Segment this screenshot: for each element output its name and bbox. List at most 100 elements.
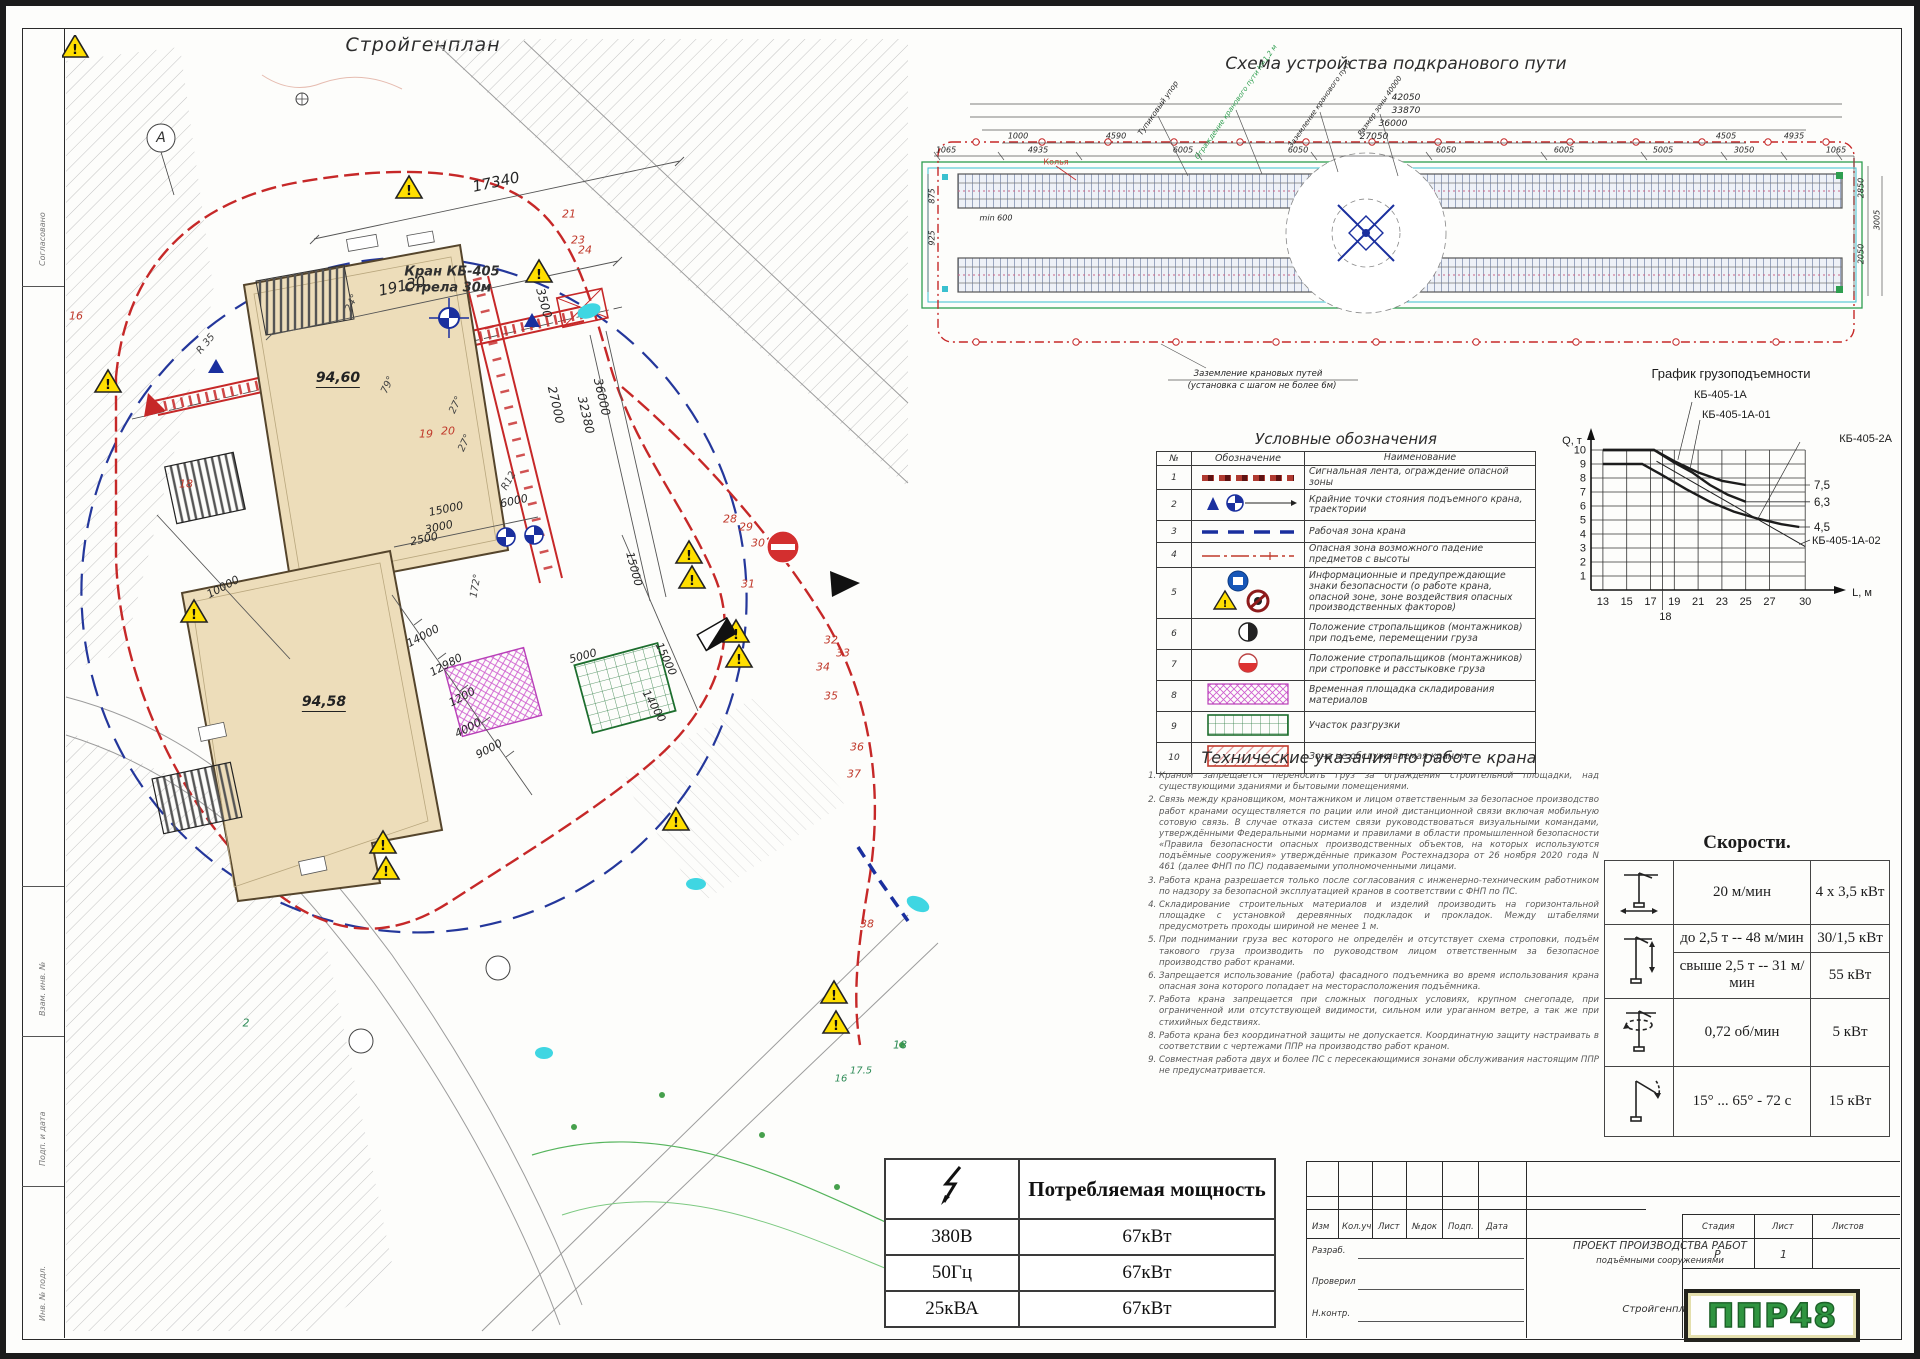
greenery — [532, 1042, 905, 1275]
unloading-area-icon — [1206, 713, 1290, 737]
technical-notes-list: Краном запрещается переносить груз за ог… — [1139, 771, 1599, 1077]
svg-text:6: 6 — [1580, 501, 1586, 513]
power-param: 50Гц — [885, 1255, 1019, 1291]
hatched-area — [66, 47, 214, 671]
svg-text:3: 3 — [1580, 543, 1586, 555]
power-table-title: Потребляемая мощность — [1019, 1159, 1275, 1219]
svg-text:КБ-405-1А: КБ-405-1А — [1694, 389, 1747, 401]
tb-stage-label: Стадия — [1702, 1222, 1735, 1232]
speed-value: 0,72 об/мин — [1674, 999, 1811, 1067]
tb-row-proveril: Проверил — [1312, 1277, 1356, 1287]
speeds-title: Скорости. — [1604, 832, 1890, 854]
legend-table: № Обозначение Наименование 1 Сигнальная … — [1156, 451, 1536, 774]
svg-text:19: 19 — [1668, 596, 1680, 608]
danger-zone-line-icon — [1200, 551, 1296, 561]
signal-tape-icon — [1200, 473, 1296, 483]
svg-text:13: 13 — [1597, 596, 1609, 608]
power-table: Потребляемая мощность 380В 67кВт 50Гц 67… — [884, 1158, 1276, 1328]
hatched-area — [622, 695, 850, 903]
svg-text:23: 23 — [1716, 596, 1728, 608]
speeds-row: 0,72 об/мин 5 кВт — [1605, 999, 1890, 1067]
power-row: 50Гц 67кВт — [885, 1255, 1275, 1291]
svg-text:График грузоподъемности: График грузоподъемности — [1651, 366, 1810, 381]
power-param: 25кВА — [885, 1291, 1019, 1327]
legend-row: 5 ! Информационные и предупреждающие зна… — [1157, 567, 1536, 618]
svg-text:21: 21 — [1692, 596, 1704, 608]
crane-slew-icon — [1616, 1003, 1662, 1057]
svg-text:7: 7 — [1580, 487, 1586, 499]
legend-row: 7 Положение стропальщиков (монтажников) … — [1157, 649, 1536, 680]
hatched-area — [430, 39, 908, 487]
load-capacity-chart: График грузоподъемностиQ, тL, м123456789… — [1546, 362, 1898, 634]
storage-area-icon — [1206, 682, 1290, 706]
svg-text:25: 25 — [1740, 596, 1752, 608]
svg-text:!: ! — [1223, 599, 1228, 610]
legend-row: 8 Временная площадка складирования матер… — [1157, 680, 1536, 711]
tb-col-izm: Изм — [1312, 1222, 1329, 1232]
margin-line — [22, 886, 64, 887]
legend-col-sym: Обозначение — [1192, 452, 1305, 466]
tech-note-item: При поднимании груза вес которого не опр… — [1159, 935, 1599, 969]
speed-power: 55 кВт — [1811, 952, 1890, 998]
contour-scribble — [262, 75, 402, 89]
tech-note-item: Складирование строительных материалов и … — [1159, 900, 1599, 934]
legend-title: Условные обозначения — [1156, 430, 1536, 448]
tb-col-list: Лист — [1378, 1222, 1400, 1232]
power-value: 67кВт — [1019, 1219, 1275, 1255]
legend: Условные обозначения № Обозначение Наиме… — [1156, 430, 1536, 774]
technical-notes-title: Технические указания по работе крана — [1139, 748, 1599, 767]
svg-text:КБ-405-2А: КБ-405-2А — [1839, 433, 1892, 445]
svg-text:2: 2 — [1580, 557, 1586, 569]
speed-power: 4 х 3,5 кВт — [1811, 861, 1890, 925]
power-header-row: Потребляемая мощность — [885, 1159, 1275, 1219]
doc-title: ПРОЕКТ ПРОИЗВОДСТВА РАБОТ подъёмными соо… — [1530, 1240, 1790, 1267]
svg-text:!: ! — [72, 43, 78, 58]
crane-track-scheme — [906, 46, 1896, 391]
tb-col-data: Дата — [1486, 1222, 1508, 1232]
margin-line — [22, 1186, 64, 1187]
margin-label: Инв. № подл. — [38, 1266, 47, 1321]
svg-text:4: 4 — [1580, 529, 1586, 541]
tech-note-item: Работа крана запрещается при сложных пог… — [1159, 995, 1599, 1029]
svg-text:8: 8 — [1580, 473, 1586, 485]
legend-col-name: Наименование — [1305, 452, 1536, 466]
margin-line — [22, 1036, 64, 1037]
svg-text:15: 15 — [1621, 596, 1633, 608]
legend-row: 4 Опасная зона возможного падение предме… — [1157, 543, 1536, 567]
svg-text:L, м: L, м — [1852, 587, 1872, 599]
legend-col-no: № — [1157, 452, 1192, 466]
tech-note-item: Совместная работа двух и более ПС с пере… — [1159, 1055, 1599, 1077]
svg-text:18: 18 — [1659, 611, 1671, 623]
crane-travel-icon — [1616, 865, 1662, 915]
tech-note-item: Работа крана без координатной защиты не … — [1159, 1031, 1599, 1053]
ppr48-logo: ППР48 — [1684, 1289, 1860, 1342]
tech-note-item: Работа крана разрешается только после со… — [1159, 876, 1599, 898]
crane-luff-icon — [1616, 1071, 1662, 1127]
barrier-sign — [697, 618, 735, 651]
power-param: 380В — [885, 1219, 1019, 1255]
speed-value: до 2,5 т -- 48 м/мин — [1674, 925, 1811, 953]
paper: Согласовано Взам. инв. № Подп. и дата Ин… — [6, 6, 1914, 1353]
svg-text:КБ-405-1А-01: КБ-405-1А-01 — [1702, 409, 1771, 421]
tb-sheet-label: Лист — [1772, 1222, 1794, 1232]
work-zone-line-icon — [1200, 527, 1296, 537]
crane-position — [1286, 153, 1446, 313]
tb-row-nkontr: Н.контр. — [1312, 1309, 1350, 1319]
tech-note-item: Краном запрещается переносить груз за ог… — [1159, 771, 1599, 793]
rigger-position-sling-icon — [1236, 651, 1260, 675]
speed-power: 30/1,5 кВт — [1811, 925, 1890, 953]
svg-text:6,3: 6,3 — [1814, 497, 1830, 509]
legend-row: 2 Крайние точки стояния подъемного крана… — [1157, 490, 1536, 521]
legend-row: 6 Положение стропальщиков (монтажников) … — [1157, 618, 1536, 649]
tech-note-item: Запрещается использование (работа) фасад… — [1159, 971, 1599, 993]
load-chart-canvas: График грузоподъемностиQ, тL, м123456789… — [1546, 362, 1898, 634]
hook-position — [497, 526, 543, 546]
legend-row: 9 Участок разгрузки — [1157, 711, 1536, 742]
speed-value: 15° ... 65° - 72 с — [1674, 1067, 1811, 1137]
svg-text:17: 17 — [1644, 596, 1656, 608]
power-table-block: Потребляемая мощность 380В 67кВт 50Гц 67… — [884, 1158, 1276, 1328]
legend-header-row: № Обозначение Наименование — [1157, 452, 1536, 466]
legend-row: 1 Сигнальная лента, ограждение опасной з… — [1157, 466, 1536, 490]
tb-sheets-label: Листов — [1832, 1222, 1864, 1232]
speeds-row: 15° ... 65° - 72 с 15 кВт — [1605, 1067, 1890, 1137]
